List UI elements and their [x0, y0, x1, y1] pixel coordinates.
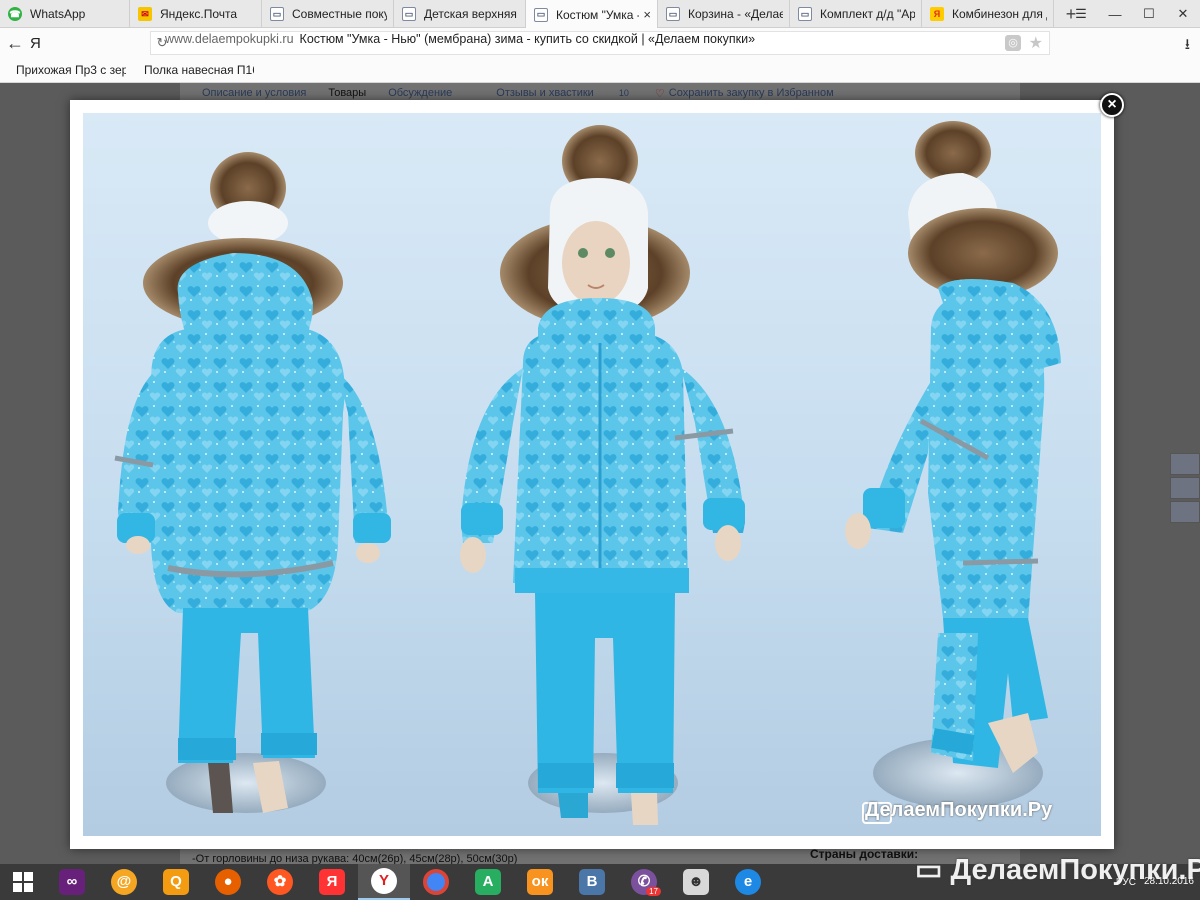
window-controls: ☰ — ☐ ✕	[1064, 0, 1200, 28]
windows-logo-icon	[13, 872, 33, 892]
taskbar-odnoklassniki[interactable]: ок	[514, 864, 566, 900]
taskbar-viber[interactable]: ✆ 17	[618, 864, 670, 900]
page-tab-discussion[interactable]: Обсуждение	[388, 87, 452, 99]
viber-badge: 17	[646, 887, 661, 896]
tab-label: Костюм "Умка - Н	[556, 7, 639, 22]
protect-icon[interactable]: ◎	[1005, 35, 1021, 51]
media-player-icon: ✿	[267, 869, 293, 895]
address-bar: ← Я ↻ ◎ ★ www.delaempokupki.ru Костюм "Ум…	[0, 28, 1200, 58]
tab-label: WhatsApp	[30, 7, 86, 21]
back-arrow-icon[interactable]: ←	[0, 33, 30, 54]
tab-yandex-mail[interactable]: ✉ Яндекс.Почта	[130, 0, 262, 28]
download-icon[interactable]: ⭳	[1185, 34, 1190, 59]
taskbar-a-app[interactable]: A	[462, 864, 514, 900]
taskbar-ie[interactable]: e	[722, 864, 774, 900]
tab-label: Комбинезон для де	[952, 7, 1047, 21]
taskbar-agent[interactable]: ☻	[670, 864, 722, 900]
lightbox: ДелаемПокупки.Ру	[70, 100, 1114, 849]
tab-label: Корзина - «Делаем	[688, 7, 783, 21]
whatsapp-icon: ☎	[8, 7, 22, 21]
tab-joint-purchases[interactable]: ▭ Совместные покупк	[262, 0, 394, 28]
tab-ariel-set[interactable]: ▭ Комплект д/д "Ари	[790, 0, 922, 28]
bookmarks-bar: Прихожая Пр3 с зерк Полка навесная П16	[0, 58, 1200, 83]
tab-label: Детская верхняя од	[424, 7, 519, 21]
page-tab-description[interactable]: Описание и условия	[202, 87, 306, 99]
vk-icon: B	[579, 869, 605, 895]
mail-ru-icon: @	[111, 869, 137, 895]
site-icon: ▭	[402, 7, 416, 21]
tab-strip: ☎ WhatsApp ✉ Яндекс.Почта ▭ Совместные п…	[0, 0, 1200, 29]
firefox-icon: ●	[215, 869, 241, 895]
site-icon: ▭	[798, 7, 812, 21]
shipping-title: Страны доставки:	[810, 847, 919, 861]
menu-icon[interactable]: ☰	[1064, 0, 1098, 28]
side-control[interactable]	[1170, 501, 1200, 523]
taskbar-yandex-browser[interactable]: Я	[306, 864, 358, 900]
tab-kids-outerwear[interactable]: ▭ Детская верхняя од	[394, 0, 526, 28]
right-figure	[845, 121, 1061, 808]
tab-cart[interactable]: ▭ Корзина - «Делаем	[658, 0, 790, 28]
tab-label: Комплект д/д "Ари	[820, 7, 915, 21]
taskbar-visual-studio[interactable]: ∞	[46, 864, 98, 900]
photo-watermark: ДелаемПокупки.Ру	[865, 799, 1053, 821]
minimize-icon[interactable]: —	[1098, 0, 1132, 28]
left-figure	[114, 152, 391, 813]
agent-icon: ☻	[683, 869, 709, 895]
product-photo: ДелаемПокупки.Ру	[83, 113, 1101, 836]
taskbar-search[interactable]: Q	[150, 864, 202, 900]
taskbar-media-player[interactable]: ✿	[254, 864, 306, 900]
save-favorite-link[interactable]: Сохранить закупку в Избранном	[669, 87, 834, 99]
page-tab-goods[interactable]: Товары	[328, 87, 366, 99]
yandex-logo-icon[interactable]: Я	[30, 35, 50, 52]
url-text[interactable]: www.delaempokupki.ru Костюм "Умка - Нью" …	[165, 32, 755, 46]
tab-whatsapp[interactable]: ☎ WhatsApp	[0, 0, 130, 28]
site-icon: ▭	[534, 7, 548, 22]
bookmark-item[interactable]: Прихожая Пр3 с зерк	[16, 63, 126, 77]
yandex-icon: Я	[930, 7, 944, 21]
site-icon: ▭	[666, 7, 680, 21]
taskbar-mail-ru[interactable]: @	[98, 864, 150, 900]
close-tab-icon[interactable]: ×	[643, 7, 651, 22]
page-tab-reviews[interactable]: Отзывы и хвастики 10	[474, 87, 629, 99]
taskbar-chrome[interactable]	[410, 864, 462, 900]
bookmark-item[interactable]: Полка навесная П16	[144, 63, 254, 77]
reviews-count: 10	[618, 88, 629, 98]
heart-icon[interactable]: ♡	[655, 87, 665, 100]
chrome-icon	[423, 869, 449, 895]
side-control[interactable]	[1170, 477, 1200, 499]
start-button[interactable]	[0, 864, 46, 900]
site-icon: ▭	[270, 7, 284, 21]
taskbar-yandex-app[interactable]: Y	[358, 864, 410, 900]
tab-label: Яндекс.Почта	[160, 7, 238, 21]
screen-watermark: ▭ ДелаемПокупки.Ру	[915, 852, 1200, 887]
screen-watermark-text: ДелаемПокупки.Ру	[950, 854, 1200, 886]
taskbar-vk[interactable]: B	[566, 864, 618, 900]
tab-umka-costume[interactable]: ▭ Костюм "Умка - Н ×	[526, 0, 658, 29]
bookmark-star-icon[interactable]: ★	[1029, 33, 1043, 53]
tab-label: Совместные покупк	[292, 7, 387, 21]
yandex-browser-icon: Я	[319, 869, 345, 895]
odnoklassniki-icon: ок	[527, 869, 553, 895]
page-title: Костюм "Умка - Нью" (мембрана) зима - ку…	[299, 32, 756, 46]
product-photo-image	[114, 121, 1061, 825]
a-icon: A	[475, 869, 501, 895]
visual-studio-icon: ∞	[59, 869, 85, 895]
yandex-app-icon: Y	[371, 868, 397, 894]
ie-icon: e	[735, 869, 761, 895]
maximize-icon[interactable]: ☐	[1132, 0, 1166, 28]
middle-figure	[460, 125, 745, 825]
taskbar-firefox[interactable]: ●	[202, 864, 254, 900]
close-window-icon[interactable]: ✕	[1166, 0, 1200, 28]
lightbox-close-button[interactable]: ×	[1100, 93, 1124, 117]
url-host: www.delaempokupki.ru	[165, 32, 294, 46]
side-control[interactable]	[1170, 453, 1200, 475]
page-tab-reviews-label: Отзывы и хвастики	[496, 87, 594, 99]
search-icon: Q	[163, 869, 189, 895]
tab-overall[interactable]: Я Комбинезон для де	[922, 0, 1054, 28]
yandex-mail-icon: ✉	[138, 7, 152, 21]
